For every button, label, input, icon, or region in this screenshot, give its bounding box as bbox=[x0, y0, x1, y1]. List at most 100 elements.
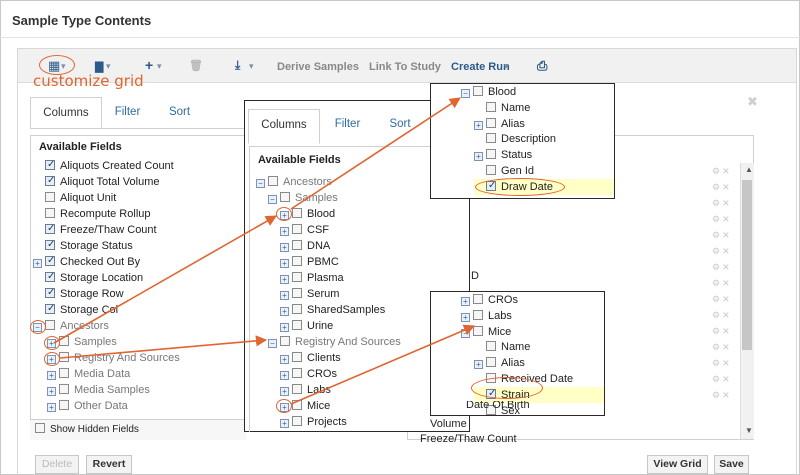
field-checkbox[interactable] bbox=[292, 288, 302, 298]
expand-icon[interactable]: + bbox=[280, 355, 289, 364]
expand-icon[interactable]: + bbox=[280, 419, 289, 428]
scroll-up-arrow-icon[interactable]: ▲ bbox=[745, 165, 753, 174]
field-checkbox[interactable] bbox=[45, 173, 55, 189]
show-hidden-fields-checkbox[interactable] bbox=[35, 423, 45, 433]
field-checkbox[interactable] bbox=[59, 352, 69, 362]
expand-icon[interactable]: + bbox=[461, 312, 470, 322]
field-row[interactable]: Storage Location bbox=[33, 269, 143, 286]
tab-filter[interactable]: Filter bbox=[110, 97, 145, 128]
field-checkbox[interactable] bbox=[473, 309, 483, 320]
scrollbar-thumb[interactable] bbox=[742, 180, 752, 350]
field-row[interactable]: + Projects bbox=[280, 414, 347, 430]
create-run-button[interactable]: Create Run bbox=[451, 61, 510, 73]
field-checkbox[interactable] bbox=[292, 400, 302, 410]
field-row[interactable]: + Plasma bbox=[280, 270, 344, 286]
field-row[interactable]: + PBMC bbox=[280, 254, 339, 270]
field-row[interactable]: + Labs bbox=[461, 308, 512, 324]
field-row[interactable]: − Registry And Sources bbox=[268, 334, 401, 350]
field-checkbox[interactable] bbox=[473, 294, 483, 304]
expand-icon[interactable]: + bbox=[280, 259, 289, 268]
field-edit-remove-icons[interactable]: ⚙✕ bbox=[712, 342, 732, 353]
field-row[interactable]: + Registry And Sources bbox=[47, 350, 180, 366]
expand-icon[interactable]: + bbox=[47, 387, 56, 396]
field-checkbox[interactable] bbox=[45, 320, 55, 330]
field-row[interactable]: − Mice bbox=[461, 324, 511, 340]
field-row[interactable]: + Alias bbox=[474, 116, 525, 132]
field-row[interactable]: Recompute Rollup bbox=[33, 206, 151, 222]
field-checkbox[interactable] bbox=[45, 301, 55, 317]
field-row[interactable]: + CSF bbox=[280, 222, 329, 238]
scroll-down-arrow-icon[interactable]: ▼ bbox=[745, 426, 753, 435]
collapse-icon[interactable]: − bbox=[268, 339, 277, 348]
field-checkbox[interactable] bbox=[45, 157, 55, 173]
derive-samples-button[interactable]: Derive Samples bbox=[277, 61, 359, 73]
delete-button[interactable]: Delete bbox=[35, 455, 79, 474]
field-edit-remove-icons[interactable]: ⚙✕ bbox=[712, 214, 732, 225]
field-edit-remove-icons[interactable]: ⚙✕ bbox=[712, 230, 732, 241]
field-checkbox[interactable] bbox=[268, 176, 278, 186]
expand-icon[interactable]: + bbox=[280, 323, 289, 332]
field-checkbox[interactable] bbox=[292, 272, 302, 282]
expand-icon[interactable]: + bbox=[474, 120, 483, 130]
field-row[interactable]: + Other Data bbox=[47, 398, 128, 414]
field-checkbox[interactable] bbox=[292, 224, 302, 234]
field-checkbox[interactable] bbox=[292, 208, 302, 218]
field-checkbox[interactable] bbox=[292, 352, 302, 362]
field-row[interactable]: + Media Samples bbox=[47, 382, 150, 398]
field-row[interactable]: + Checked Out By bbox=[33, 253, 140, 270]
field-row[interactable]: Freeze/Thaw Count bbox=[33, 221, 157, 238]
field-checkbox[interactable] bbox=[45, 253, 55, 269]
revert-button[interactable]: Revert bbox=[86, 455, 132, 474]
field-checkbox[interactable] bbox=[59, 384, 69, 394]
download-icon[interactable]: ⤓ bbox=[235, 58, 240, 73]
field-edit-remove-icons[interactable]: ⚙✕ bbox=[712, 294, 732, 305]
field-row[interactable]: + CROs bbox=[461, 292, 518, 308]
field-checkbox[interactable] bbox=[45, 192, 55, 202]
field-checkbox[interactable] bbox=[486, 133, 496, 144]
field-edit-remove-icons[interactable]: ⚙✕ bbox=[712, 262, 732, 273]
field-edit-remove-icons[interactable]: ⚙✕ bbox=[712, 246, 732, 257]
field-row[interactable]: + CROs bbox=[280, 366, 337, 382]
field-checkbox[interactable] bbox=[45, 221, 55, 237]
field-checkbox[interactable] bbox=[59, 368, 69, 378]
delete-icon[interactable]: 🗑 bbox=[189, 59, 203, 72]
field-row[interactable]: − Blood bbox=[461, 84, 516, 100]
field-row[interactable]: Storage Row bbox=[33, 285, 124, 302]
expand-icon[interactable]: + bbox=[280, 387, 289, 396]
expand-icon[interactable]: + bbox=[280, 291, 289, 300]
field-checkbox[interactable] bbox=[45, 285, 55, 301]
field-row[interactable]: Storage Status bbox=[33, 237, 133, 254]
field-row[interactable]: + Alias bbox=[474, 355, 525, 371]
tab-sort[interactable]: Sort bbox=[163, 97, 196, 128]
expand-icon[interactable]: + bbox=[33, 259, 42, 268]
field-row[interactable]: Storage Col bbox=[33, 301, 118, 318]
field-edit-remove-icons[interactable]: ⚙✕ bbox=[712, 310, 732, 321]
add-icon[interactable]: + bbox=[145, 57, 153, 73]
field-checkbox[interactable] bbox=[486, 101, 496, 112]
field-checkbox[interactable] bbox=[45, 208, 55, 218]
field-checkbox[interactable] bbox=[292, 320, 302, 330]
print-icon[interactable]: ⎙ bbox=[537, 58, 547, 74]
field-checkbox[interactable] bbox=[292, 256, 302, 266]
close-icon[interactable]: ✖ bbox=[747, 94, 758, 110]
tab-columns[interactable]: Columns bbox=[248, 109, 320, 144]
expand-icon[interactable]: + bbox=[280, 307, 289, 316]
field-checkbox[interactable] bbox=[45, 269, 55, 285]
expand-icon[interactable]: + bbox=[280, 227, 289, 236]
field-row[interactable]: + Media Data bbox=[47, 366, 130, 382]
collapse-icon[interactable]: − bbox=[256, 179, 265, 188]
field-checkbox[interactable] bbox=[292, 368, 302, 378]
field-row[interactable]: + Status bbox=[474, 147, 532, 163]
expand-icon[interactable]: + bbox=[280, 243, 289, 252]
field-edit-remove-icons[interactable]: ⚙✕ bbox=[712, 326, 732, 337]
expand-icon[interactable]: + bbox=[47, 371, 56, 380]
tab-sort[interactable]: Sort bbox=[384, 109, 416, 140]
field-checkbox[interactable] bbox=[292, 416, 302, 426]
collapse-icon[interactable]: − bbox=[268, 195, 277, 204]
field-checkbox[interactable] bbox=[486, 357, 496, 368]
view-grid-button[interactable]: View Grid bbox=[647, 455, 708, 474]
field-row[interactable]: + Urine bbox=[280, 318, 333, 334]
field-checkbox[interactable] bbox=[473, 86, 483, 96]
show-hidden-fields-toggle[interactable]: Show Hidden Fields bbox=[35, 422, 139, 438]
collapse-icon[interactable]: − bbox=[461, 89, 470, 98]
